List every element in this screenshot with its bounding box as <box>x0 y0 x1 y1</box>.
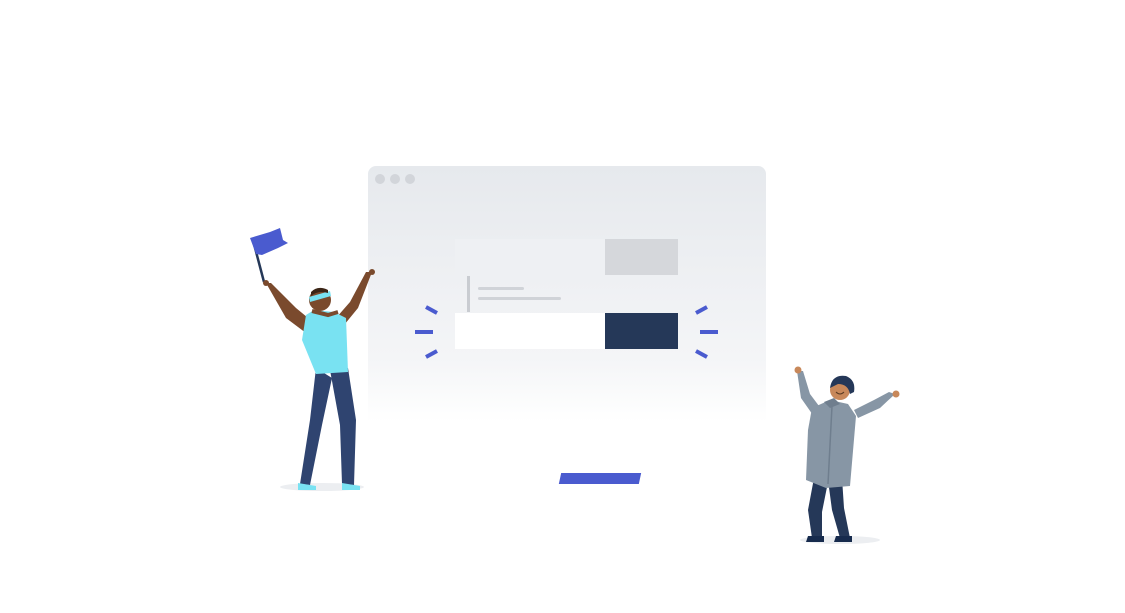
celebration-burst-icon <box>415 305 438 359</box>
person-cheering <box>794 366 900 544</box>
figures-layer <box>250 228 900 544</box>
celebration-burst-icon <box>695 305 718 359</box>
empty-state-illustration <box>0 0 1125 613</box>
person-with-flag <box>250 228 375 491</box>
flag-icon <box>250 228 288 255</box>
